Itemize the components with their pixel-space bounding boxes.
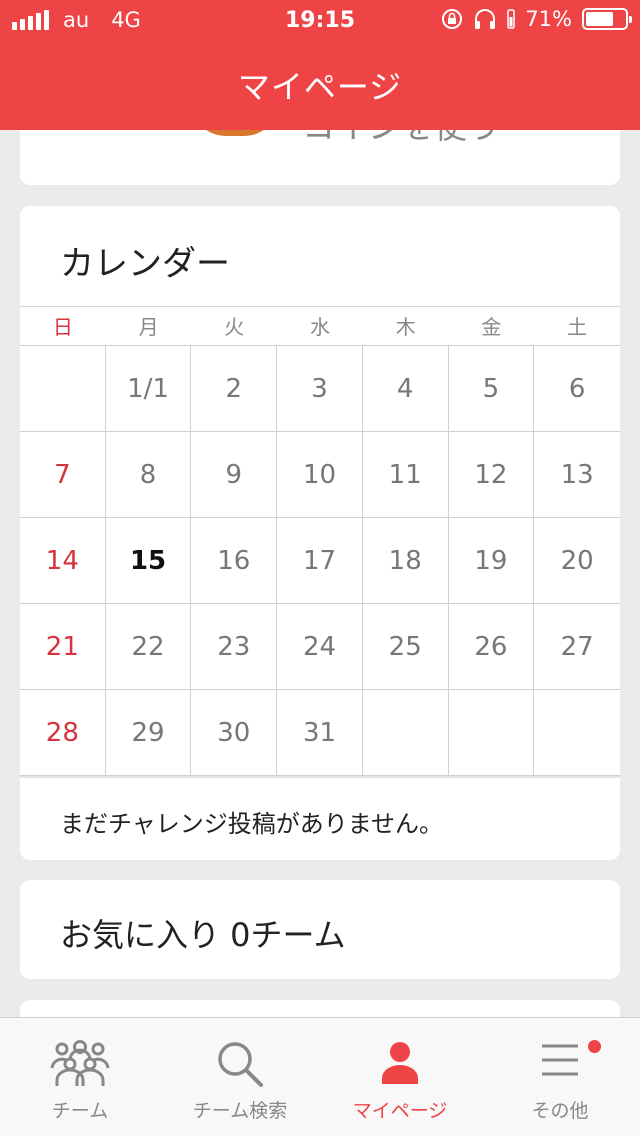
calendar-day[interactable]: 15 (105, 518, 192, 604)
person-icon (382, 1042, 418, 1084)
calendar-day[interactable]: 7 (20, 432, 106, 518)
calendar-day-empty (20, 346, 106, 432)
calendar-day[interactable]: 21 (20, 604, 106, 690)
calendar-weekday-header: 日月火水木金土 (20, 306, 620, 346)
calendar-day[interactable]: 27 (534, 604, 620, 690)
menu-icon (542, 1044, 578, 1076)
calendar-day[interactable]: 1/1 (105, 346, 192, 432)
calendar-day[interactable]: 28 (20, 690, 106, 776)
weekday-label: 水 (309, 315, 330, 339)
calendar-day[interactable]: 2 (191, 346, 278, 432)
tab-label: マイページ (352, 1100, 448, 1122)
tab-label: チーム検索 (192, 1100, 288, 1122)
calendar-day[interactable]: 30 (191, 690, 278, 776)
tab-label: チーム (51, 1100, 109, 1122)
calendar-day[interactable]: 11 (362, 432, 449, 518)
favorites-card[interactable]: お気に入り 0チーム (20, 880, 620, 979)
tab-team-search[interactable]: チーム検索 (160, 1018, 320, 1136)
calendar-day[interactable]: 14 (20, 518, 106, 604)
weekday-label: 日 (52, 315, 73, 339)
weekday-label: 土 (567, 315, 588, 339)
calendar-grid: 1/1 2 3 4 5 6 7 8 9 10 11 12 13 14 15 16 17 18 19 20 21 22 23 2… (20, 345, 620, 776)
calendar-day[interactable]: 8 (105, 432, 192, 518)
calendar-day[interactable]: 4 (362, 346, 449, 432)
tab-label: その他 (531, 1100, 589, 1122)
status-right: 71% (441, 7, 632, 31)
calendar-day[interactable]: 18 (362, 518, 449, 604)
calendar-day[interactable]: 16 (191, 518, 278, 604)
weekday-label: 火 (224, 315, 245, 339)
calendar-day[interactable]: 12 (448, 432, 535, 518)
tab-bar: チーム チーム検索 マイページ その他 (0, 1017, 640, 1136)
calendar-day[interactable]: 19 (448, 518, 535, 604)
calendar-day[interactable]: 25 (362, 604, 449, 690)
calendar-day-empty (534, 690, 620, 776)
weekday-label: 金 (481, 315, 502, 339)
calendar-day[interactable]: 23 (191, 604, 278, 690)
page-title: マイページ (237, 68, 403, 106)
favorites-label: お気に入り 0チーム (60, 916, 346, 954)
calendar-day[interactable]: 13 (534, 432, 620, 518)
notification-badge (588, 1040, 601, 1053)
tab-other[interactable]: その他 (480, 1018, 640, 1136)
status-bar: au 4G 19:15 71% (0, 0, 640, 40)
battery-fill (586, 12, 613, 26)
tab-mypage[interactable]: マイページ (320, 1018, 480, 1136)
calendar-day[interactable]: 10 (277, 432, 363, 518)
team-icon (50, 1040, 110, 1086)
calendar-day[interactable]: 31 (277, 690, 363, 776)
calendar-day[interactable]: 20 (534, 518, 620, 604)
calendar-title: カレンダー (60, 244, 230, 284)
rotation-lock-icon (442, 9, 463, 29)
calendar-card: カレンダー 日月火水木金土 1/1 2 3 4 5 6 7 8 9 10 11 12 13 14 15 16 1… (20, 206, 620, 860)
headphone-battery-icon (507, 9, 516, 29)
weekday-label: 木 (395, 315, 416, 339)
weekday-label: 月 (138, 315, 159, 339)
calendar-day[interactable]: 3 (277, 346, 363, 432)
calendar-day-empty (448, 690, 535, 776)
calendar-day[interactable]: 9 (191, 432, 278, 518)
battery-percent: 71% (525, 7, 572, 31)
calendar-day-empty (362, 690, 449, 776)
calendar-day[interactable]: 29 (105, 690, 192, 776)
calendar-day[interactable]: 22 (105, 604, 192, 690)
search-icon (218, 1042, 263, 1087)
empty-message: まだチャレンジ投稿がありません。 (60, 810, 444, 838)
headphones-icon (475, 9, 496, 29)
calendar-day[interactable]: 5 (448, 346, 535, 432)
calendar-day[interactable]: 24 (277, 604, 363, 690)
calendar-day[interactable]: 17 (277, 518, 363, 604)
battery-icon (582, 8, 632, 30)
app-header: au 4G 19:15 71% マイページ (0, 0, 640, 130)
calendar-day[interactable]: 26 (448, 604, 535, 690)
tab-team[interactable]: チーム (0, 1018, 160, 1136)
divider (20, 776, 620, 778)
calendar-day[interactable]: 6 (534, 346, 620, 432)
